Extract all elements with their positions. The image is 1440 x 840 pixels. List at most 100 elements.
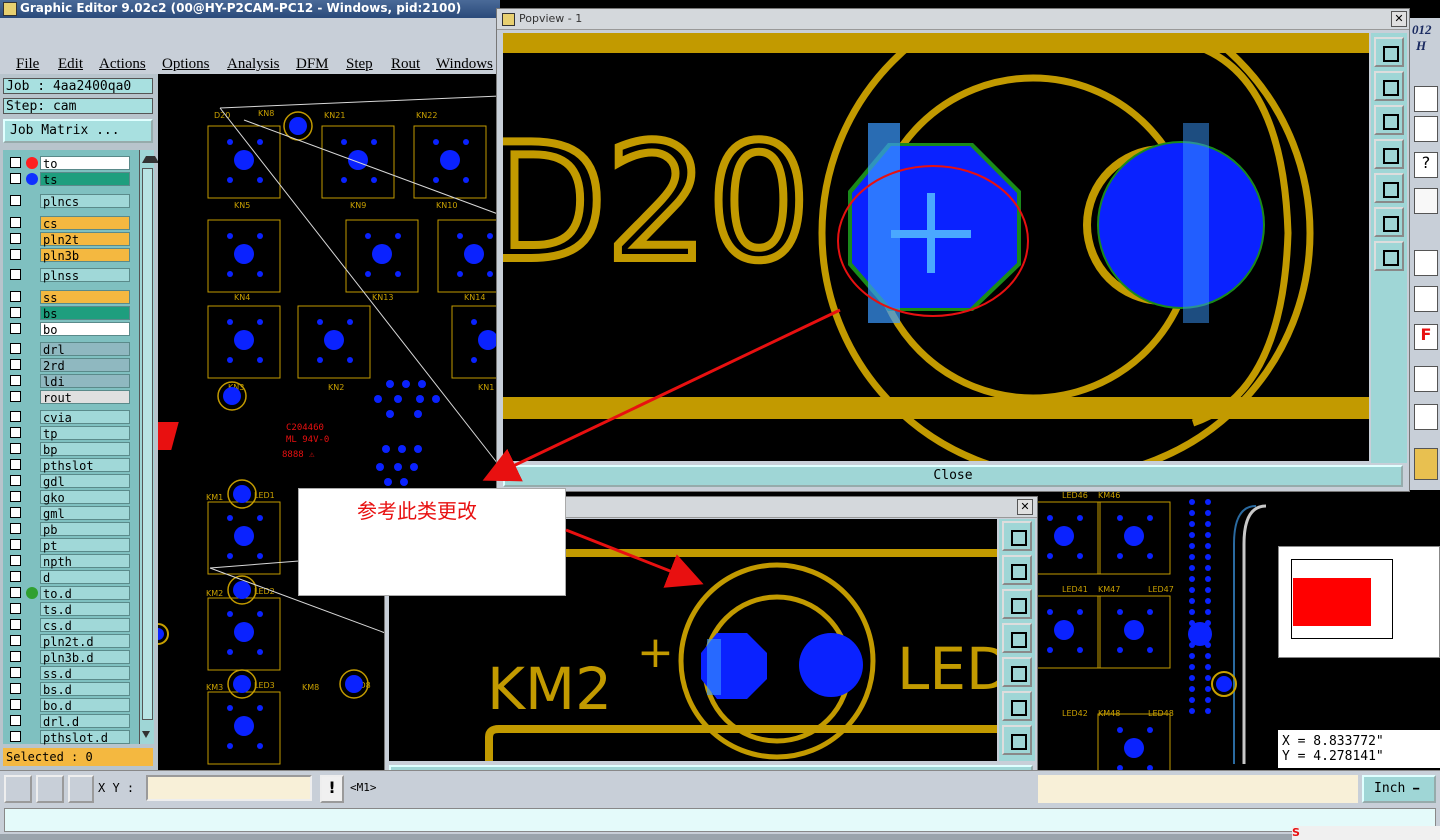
layer-row[interactable]: drl.d <box>8 714 154 729</box>
layer-row[interactable]: pb <box>8 522 154 537</box>
layer-checkbox[interactable] <box>10 217 21 228</box>
layer-checkbox[interactable] <box>10 343 21 354</box>
layer-row[interactable]: bp <box>8 442 154 457</box>
layer-name[interactable]: drl <box>40 342 130 357</box>
unit-select[interactable]: Inch ━ <box>1362 775 1436 803</box>
layer-checkbox[interactable] <box>10 523 21 534</box>
layer-name[interactable]: ss <box>40 290 130 305</box>
layer-name[interactable]: bp <box>40 442 130 457</box>
layer-checkbox[interactable] <box>10 391 21 402</box>
layer-name[interactable]: to.d <box>40 586 130 601</box>
pan-down-icon[interactable] <box>1374 105 1404 135</box>
layer-checkbox[interactable] <box>10 411 21 422</box>
menu-rout[interactable]: Rout <box>391 56 420 73</box>
layer-name[interactable]: ts <box>40 172 130 187</box>
layer-row[interactable]: tp <box>8 426 154 441</box>
layer-name[interactable]: plncs <box>40 194 130 209</box>
zoom-box-icon[interactable] <box>4 775 32 803</box>
layer-name[interactable]: pln3b <box>40 248 130 263</box>
layer-name[interactable]: cvia <box>40 410 130 425</box>
layer-row[interactable]: rout <box>8 390 154 405</box>
layer-name[interactable]: npth <box>40 554 130 569</box>
layer-row[interactable]: pthslot <box>8 458 154 473</box>
layer-name[interactable]: pthslot.d <box>40 730 130 745</box>
layer-row[interactable]: 2rd <box>8 358 154 373</box>
layer-color-swatch[interactable] <box>26 157 38 169</box>
menu-analysis[interactable]: Analysis <box>227 56 280 73</box>
toolbar-icon-8[interactable] <box>1414 404 1438 430</box>
layer-checkbox[interactable] <box>10 667 21 678</box>
popview-canvas[interactable]: D20 <box>503 33 1369 461</box>
pan-right-icon[interactable] <box>1374 173 1404 203</box>
layer-checkbox[interactable] <box>10 443 21 454</box>
layer-checkbox[interactable] <box>10 683 21 694</box>
toolbar-icon-2[interactable] <box>1414 116 1438 142</box>
zoom-fit-icon[interactable] <box>1002 521 1032 551</box>
layer-checkbox[interactable] <box>10 249 21 260</box>
zoom-in-icon[interactable] <box>1374 207 1404 237</box>
layer-checkbox[interactable] <box>10 555 21 566</box>
layer-name[interactable]: ts.d <box>40 602 130 617</box>
layer-checkbox[interactable] <box>10 157 21 168</box>
layer-row[interactable]: cs.d <box>8 618 154 633</box>
toolbar-icon-3[interactable] <box>1414 188 1438 214</box>
ime-bar[interactable]: S <box>1292 826 1440 840</box>
layer-checkbox[interactable] <box>10 603 21 614</box>
menu-edit[interactable]: Edit <box>58 56 83 73</box>
layer-row[interactable]: npth <box>8 554 154 569</box>
layer-checkbox[interactable] <box>10 307 21 318</box>
layer-checkbox[interactable] <box>10 291 21 302</box>
layer-row[interactable]: bo <box>8 322 154 337</box>
layer-name[interactable]: gko <box>40 490 130 505</box>
layer-row[interactable]: pln2t <box>8 232 154 247</box>
layer-row[interactable]: gml <box>8 506 154 521</box>
layer-name[interactable]: cs <box>40 216 130 231</box>
zoom-fit-icon[interactable] <box>1374 37 1404 67</box>
layer-name[interactable]: to <box>40 156 130 171</box>
layer-name[interactable]: cs.d <box>40 618 130 633</box>
zoom-out-icon[interactable] <box>1374 241 1404 271</box>
layer-row[interactable]: to.d <box>8 586 154 601</box>
layer-checkbox[interactable] <box>10 699 21 710</box>
layer-row[interactable]: pln3b <box>8 248 154 263</box>
layer-name[interactable]: tp <box>40 426 130 441</box>
job-matrix-button[interactable]: Job Matrix ... <box>3 119 153 143</box>
toolbar-icon-5[interactable] <box>1414 286 1438 312</box>
popview-close-icon[interactable]: ✕ <box>1391 11 1407 27</box>
layer-checkbox[interactable] <box>10 269 21 280</box>
layer-name[interactable]: pt <box>40 538 130 553</box>
layer-name[interactable]: bo.d <box>40 698 130 713</box>
layer-name[interactable]: 2rd <box>40 358 130 373</box>
layer-row[interactable]: pt <box>8 538 154 553</box>
pan-up-icon[interactable] <box>1374 71 1404 101</box>
layer-row[interactable]: cs <box>8 216 154 231</box>
layer-row[interactable]: bs <box>8 306 154 321</box>
layer-row[interactable]: ss <box>8 290 154 305</box>
layer-name[interactable]: pln2t <box>40 232 130 247</box>
measure-icon[interactable] <box>36 775 64 803</box>
layer-name[interactable]: ss.d <box>40 666 130 681</box>
layer-name[interactable]: pln2t.d <box>40 634 130 649</box>
layer-name[interactable]: d <box>40 570 130 585</box>
layer-checkbox[interactable] <box>10 323 21 334</box>
overview-map[interactable] <box>1278 546 1440 658</box>
menu-windows[interactable]: Windows <box>436 56 493 73</box>
popview-close-button[interactable]: Close <box>503 465 1403 487</box>
layer-name[interactable]: gdl <box>40 474 130 489</box>
layer-row[interactable]: pln3b.d <box>8 650 154 665</box>
layer-checkbox[interactable] <box>10 233 21 244</box>
layer-name[interactable]: ldi <box>40 374 130 389</box>
zoom-out-icon[interactable] <box>1002 725 1032 755</box>
menu-file[interactable]: File <box>16 56 39 73</box>
layer-checkbox[interactable] <box>10 539 21 550</box>
pointer-tool-icon[interactable] <box>1414 448 1438 480</box>
layer-row[interactable]: gko <box>8 490 154 505</box>
layer-row[interactable]: plnss <box>8 268 154 283</box>
layer-checkbox[interactable] <box>10 491 21 502</box>
layer-row[interactable]: bo.d <box>8 698 154 713</box>
popview2-close-icon[interactable]: ✕ <box>1017 499 1033 515</box>
toolbar-icon-4[interactable] <box>1414 250 1438 276</box>
toolbar-icon-6[interactable]: F <box>1414 324 1438 350</box>
layer-checkbox[interactable] <box>10 375 21 386</box>
layer-checkbox[interactable] <box>10 715 21 726</box>
